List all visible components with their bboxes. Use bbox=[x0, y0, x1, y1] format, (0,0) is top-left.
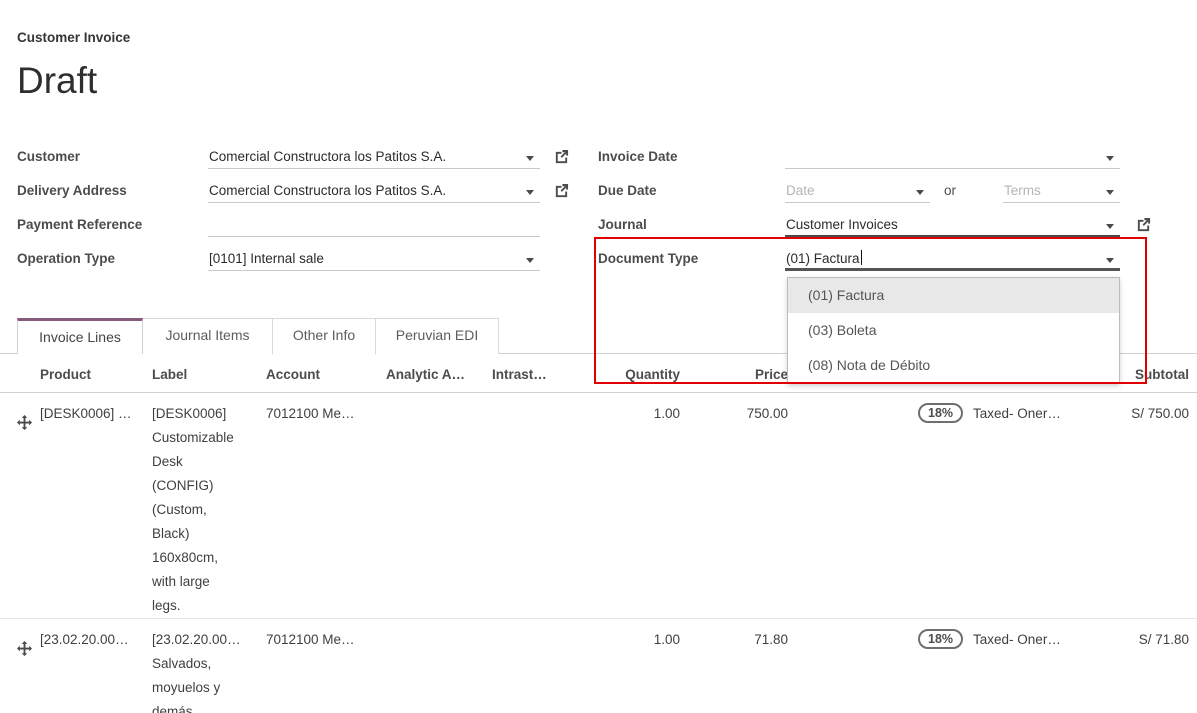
dropdown-option-boleta[interactable]: (03) Boleta bbox=[788, 313, 1119, 348]
column-header-quantity: Quantity bbox=[577, 360, 680, 392]
operation-type-input[interactable]: [0101] Internal sale bbox=[208, 249, 540, 271]
customer-label: Customer bbox=[17, 147, 80, 167]
column-header-product: Product bbox=[40, 360, 152, 392]
chevron-down-icon[interactable] bbox=[1106, 190, 1114, 195]
cell-label[interactable]: [23.02.20.00… Salvados, moyuelos y demás bbox=[152, 619, 266, 713]
tax-badge[interactable]: 18% bbox=[918, 403, 963, 423]
tab-journal-items[interactable]: Journal Items bbox=[143, 318, 273, 354]
cell-taxes[interactable]: 18% Taxed- Oner… bbox=[788, 619, 1110, 652]
chevron-down-icon[interactable] bbox=[526, 190, 534, 195]
due-date-or-text: or bbox=[944, 181, 956, 201]
tax-label: Taxed- Oner… bbox=[973, 406, 1061, 421]
payment-reference-input[interactable] bbox=[208, 215, 540, 237]
journal-value[interactable]: Customer Invoices bbox=[785, 217, 898, 232]
column-header-subtotal: Subtotal bbox=[1110, 360, 1197, 392]
cell-price[interactable]: 71.80 bbox=[680, 619, 788, 652]
external-link-icon[interactable] bbox=[1136, 217, 1152, 233]
cell-intrastat[interactable] bbox=[492, 393, 577, 402]
cell-quantity[interactable]: 1.00 bbox=[577, 393, 680, 426]
document-type-dropdown: (01) Factura (03) Boleta (08) Nota de Dé… bbox=[787, 277, 1120, 384]
cell-quantity[interactable]: 1.00 bbox=[577, 619, 680, 652]
cell-price[interactable]: 750.00 bbox=[680, 393, 788, 426]
document-type-label: Document Type bbox=[598, 249, 698, 269]
column-header-intrastat: Intrast… bbox=[492, 360, 577, 392]
delivery-address-input[interactable]: Comercial Constructora los Patitos S.A. bbox=[208, 181, 540, 203]
external-link-icon[interactable] bbox=[554, 183, 570, 199]
cell-analytic[interactable] bbox=[386, 393, 492, 402]
tax-badge[interactable]: 18% bbox=[918, 629, 963, 649]
cell-taxes[interactable]: 18% Taxed- Oner… bbox=[788, 393, 1110, 426]
invoice-date-input[interactable] bbox=[785, 147, 1120, 169]
cell-analytic[interactable] bbox=[386, 619, 492, 628]
chevron-down-icon[interactable] bbox=[1106, 156, 1114, 161]
drag-handle[interactable] bbox=[0, 393, 40, 430]
text-cursor bbox=[861, 250, 862, 265]
journal-label: Journal bbox=[598, 215, 647, 235]
due-date-date-input[interactable]: Date bbox=[785, 181, 930, 203]
invoice-date-value[interactable] bbox=[785, 149, 786, 164]
header-handle-spacer bbox=[0, 360, 40, 392]
due-date-terms-placeholder[interactable]: Terms bbox=[1003, 183, 1041, 198]
journal-input[interactable]: Customer Invoices bbox=[785, 215, 1120, 237]
delivery-address-value[interactable]: Comercial Constructora los Patitos S.A. bbox=[208, 183, 446, 198]
column-header-label: Label bbox=[152, 360, 266, 392]
cell-subtotal: S/ 750.00 bbox=[1110, 393, 1197, 426]
cell-account[interactable]: 7012100 Me… bbox=[266, 393, 386, 426]
external-link-icon[interactable] bbox=[554, 149, 570, 165]
cell-product[interactable]: [23.02.20.00… bbox=[40, 619, 152, 652]
cell-intrastat[interactable] bbox=[492, 619, 577, 628]
cell-subtotal: S/ 71.80 bbox=[1110, 619, 1197, 652]
move-icon bbox=[17, 415, 32, 430]
chevron-down-icon[interactable] bbox=[916, 190, 924, 195]
cell-account[interactable]: 7012100 Me… bbox=[266, 619, 386, 652]
document-type-input[interactable]: (01) Factura bbox=[785, 249, 1120, 271]
chevron-down-icon[interactable] bbox=[1106, 224, 1114, 229]
chevron-down-icon[interactable] bbox=[526, 156, 534, 161]
customer-value[interactable]: Comercial Constructora los Patitos S.A. bbox=[208, 149, 446, 164]
tab-invoice-lines[interactable]: Invoice Lines bbox=[17, 318, 143, 354]
operation-type-label: Operation Type bbox=[17, 249, 115, 269]
tab-other-info[interactable]: Other Info bbox=[273, 318, 376, 354]
payment-reference-label: Payment Reference bbox=[17, 215, 142, 235]
invoice-form-page: Customer Invoice Draft Customer Comercia… bbox=[0, 0, 1197, 713]
delivery-address-label: Delivery Address bbox=[17, 181, 127, 201]
column-header-account: Account bbox=[266, 360, 386, 392]
invoice-lines-body: [DESK0006] … [DESK0006] Customizable Des… bbox=[0, 393, 1197, 713]
cell-product[interactable]: [DESK0006] … bbox=[40, 393, 152, 426]
payment-reference-value[interactable] bbox=[208, 217, 209, 232]
move-icon bbox=[17, 641, 32, 656]
drag-handle[interactable] bbox=[0, 619, 40, 656]
document-type-value[interactable]: (01) Factura bbox=[785, 251, 860, 266]
tab-peruvian-edi[interactable]: Peruvian EDI bbox=[376, 318, 499, 354]
due-date-terms-input[interactable]: Terms bbox=[1003, 181, 1120, 203]
column-header-analytic: Analytic A… bbox=[386, 360, 492, 392]
customer-input[interactable]: Comercial Constructora los Patitos S.A. bbox=[208, 147, 540, 169]
invoice-date-label: Invoice Date bbox=[598, 147, 678, 167]
column-header-price: Price bbox=[680, 360, 788, 392]
page-title: Draft bbox=[17, 60, 97, 102]
table-row: [23.02.20.00… [23.02.20.00… Salvados, mo… bbox=[0, 619, 1197, 713]
tax-label: Taxed- Oner… bbox=[973, 632, 1061, 647]
operation-type-value[interactable]: [0101] Internal sale bbox=[208, 251, 324, 266]
due-date-label: Due Date bbox=[598, 181, 657, 201]
dropdown-option-factura[interactable]: (01) Factura bbox=[788, 278, 1119, 313]
table-row: [DESK0006] … [DESK0006] Customizable Des… bbox=[0, 393, 1197, 619]
cell-label[interactable]: [DESK0006] Customizable Desk (CONFIG) (C… bbox=[152, 393, 266, 618]
record-type-heading: Customer Invoice bbox=[17, 30, 130, 45]
chevron-down-icon[interactable] bbox=[526, 258, 534, 263]
chevron-down-icon[interactable] bbox=[1106, 258, 1114, 263]
dropdown-option-nota-debito[interactable]: (08) Nota de Débito bbox=[788, 348, 1119, 383]
due-date-date-placeholder[interactable]: Date bbox=[785, 183, 815, 198]
